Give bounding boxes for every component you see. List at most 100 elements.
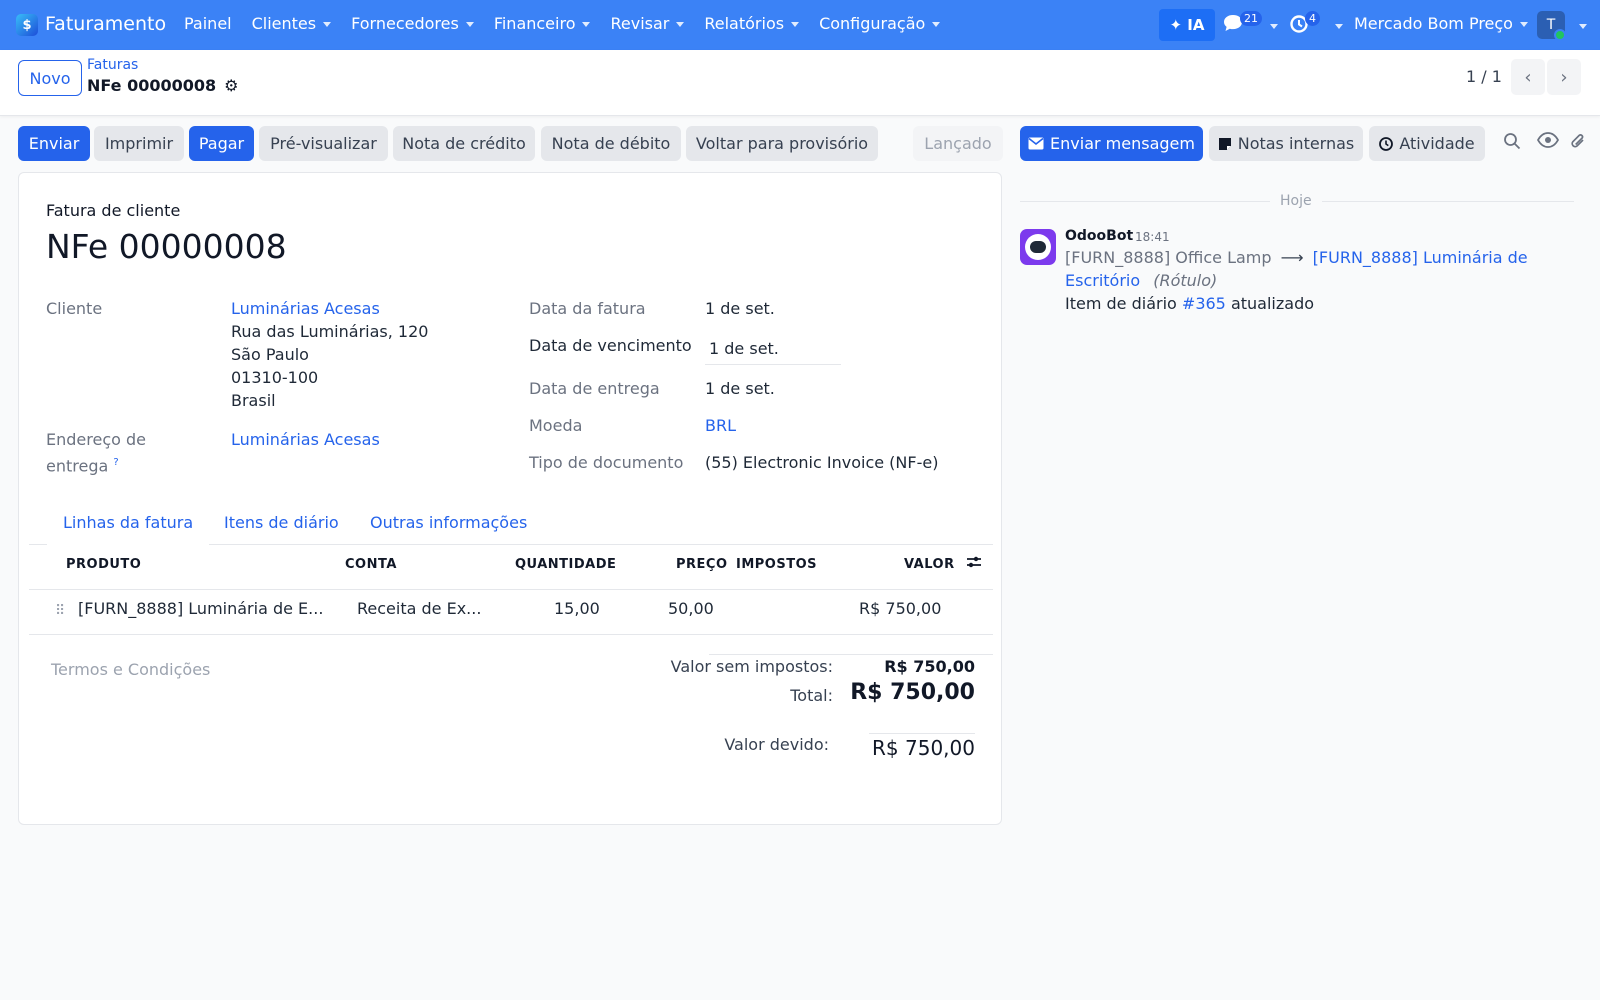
- due-date-field[interactable]: 1 de set.: [709, 337, 779, 360]
- record-title-row: NFe 00000008 ⚙: [87, 76, 239, 95]
- untaxed-amount: R$ 750,00: [884, 657, 975, 676]
- menu-relatorios[interactable]: Relatórios: [694, 14, 809, 33]
- reset-to-draft-button[interactable]: Voltar para provisório: [686, 126, 878, 161]
- delivery-address-label: Endereço de: [46, 430, 146, 449]
- tab-journal-items[interactable]: Itens de diário: [224, 513, 339, 532]
- journal-update-line: Item de diário #365 atualizado: [1065, 292, 1314, 315]
- address-line: Brasil: [231, 391, 276, 410]
- menu-label: Fornecedores: [351, 14, 459, 33]
- row-price[interactable]: 50,00: [668, 599, 714, 618]
- invoice-form-sheet: Fatura de cliente NFe 00000008 Cliente L…: [18, 172, 1002, 825]
- address-line: 01310-100: [231, 368, 319, 387]
- caret-down-icon: [676, 22, 685, 27]
- main-menu: Painel Clientes Fornecedores Financeiro …: [174, 14, 950, 33]
- menu-label: Configuração: [819, 14, 926, 33]
- currency-link[interactable]: BRL: [705, 414, 736, 437]
- currency-label: Moeda: [529, 416, 583, 435]
- top-navbar: $ Faturamento Painel Clientes Fornecedor…: [0, 0, 1600, 50]
- send-button[interactable]: Enviar: [18, 126, 90, 161]
- chevron-right-icon[interactable]: ›: [1547, 59, 1581, 95]
- document-type-label: Tipo de documento: [529, 453, 684, 472]
- new-button[interactable]: Novo: [18, 60, 82, 96]
- tabs-bottom-border: [209, 544, 993, 545]
- clock-icon: [1379, 136, 1394, 151]
- menu-configuracao[interactable]: Configuração: [809, 14, 950, 33]
- record-title: NFe 00000008: [87, 76, 217, 95]
- journal-suffix: atualizado: [1230, 294, 1315, 313]
- help-icon[interactable]: ?: [113, 457, 118, 468]
- activity-button[interactable]: Atividade: [1369, 126, 1485, 161]
- tab-other-info[interactable]: Outras informações: [370, 513, 527, 532]
- invoice-date-field[interactable]: 1 de set.: [705, 297, 775, 320]
- gear-icon[interactable]: ⚙: [224, 76, 238, 95]
- caret-down-icon[interactable]: [1335, 24, 1343, 29]
- caret-down-icon[interactable]: [1270, 24, 1278, 29]
- tab-invoice-lines[interactable]: Linhas da fatura: [63, 513, 193, 532]
- delivery-date-label: Data de entrega: [529, 379, 660, 398]
- activity-label: Atividade: [1399, 134, 1475, 153]
- address-line: São Paulo: [231, 345, 309, 364]
- optional-columns-icon[interactable]: [966, 554, 982, 573]
- row-account[interactable]: Receita de Ex...: [357, 599, 481, 618]
- terms-conditions-input[interactable]: Termos e Condições: [51, 660, 210, 679]
- drag-handle-icon[interactable]: ⠿: [55, 603, 65, 619]
- document-type-field[interactable]: (55) Electronic Invoice (NF-e): [705, 451, 938, 474]
- credit-note-button[interactable]: Nota de crédito: [393, 126, 535, 161]
- menu-label: Painel: [184, 14, 232, 33]
- print-button[interactable]: Imprimir: [94, 126, 184, 161]
- journal-prefix: Item de diário: [1065, 294, 1177, 313]
- col-header-account[interactable]: CONTA: [345, 557, 397, 572]
- new-value: [FURN_8888] Luminária de: [1312, 248, 1528, 267]
- bot-face-icon: [1025, 234, 1051, 260]
- eye-icon[interactable]: [1536, 132, 1560, 153]
- pager-value[interactable]: 1 / 1: [1466, 67, 1502, 86]
- row-product[interactable]: [FURN_8888] Luminária de E...: [78, 599, 323, 618]
- caret-down-icon: [791, 22, 800, 27]
- menu-label: Financeiro: [493, 14, 576, 33]
- col-header-price[interactable]: PREÇO: [676, 557, 728, 572]
- internal-notes-button[interactable]: Notas internas: [1209, 126, 1363, 161]
- pay-button[interactable]: Pagar: [189, 126, 254, 161]
- untaxed-label: Valor sem impostos:: [670, 657, 833, 676]
- company-switcher[interactable]: Mercado Bom Preço: [1354, 14, 1528, 33]
- search-icon[interactable]: [1503, 132, 1521, 155]
- row-quantity[interactable]: 15,00: [554, 599, 600, 618]
- menu-revisar[interactable]: Revisar: [600, 14, 694, 33]
- col-header-quantity[interactable]: QUANTIDADE: [515, 557, 616, 572]
- menu-clientes[interactable]: Clientes: [242, 14, 342, 33]
- invoice-date-label: Data da fatura: [529, 299, 646, 318]
- menu-financeiro[interactable]: Financeiro: [484, 14, 601, 33]
- odoobot-avatar[interactable]: [1020, 229, 1056, 265]
- amount-due-value: R$ 750,00: [872, 736, 975, 760]
- online-status-dot: [1554, 29, 1566, 41]
- delivery-address-link[interactable]: Luminárias Acesas: [231, 428, 380, 451]
- billing-app-icon[interactable]: $: [16, 14, 38, 36]
- customer-label: Cliente: [46, 299, 103, 318]
- paperclip-icon[interactable]: [1570, 132, 1586, 155]
- ai-button[interactable]: ✦ IA: [1159, 9, 1215, 41]
- envelope-icon: [1028, 137, 1044, 150]
- delivery-date-field[interactable]: 1 de set.: [705, 377, 775, 400]
- menu-painel[interactable]: Painel: [174, 14, 242, 33]
- menu-fornecedores[interactable]: Fornecedores: [341, 14, 484, 33]
- date-separator-label: Hoje: [1280, 193, 1312, 209]
- customer-link[interactable]: Luminárias Acesas: [231, 297, 380, 320]
- document-type-subtitle: Fatura de cliente: [46, 201, 181, 220]
- message-author[interactable]: OdooBot: [1065, 228, 1133, 244]
- table-row-border: [29, 634, 993, 635]
- send-message-button[interactable]: Enviar mensagem: [1020, 126, 1203, 161]
- chevron-left-icon[interactable]: ‹: [1511, 59, 1545, 95]
- col-header-amount[interactable]: VALOR: [904, 557, 955, 572]
- app-name[interactable]: Faturamento: [45, 13, 166, 35]
- preview-button[interactable]: Pré-visualizar: [259, 126, 388, 161]
- breadcrumb[interactable]: Faturas: [87, 57, 138, 73]
- col-header-taxes[interactable]: IMPOSTOS: [736, 557, 817, 572]
- total-amount: R$ 750,00: [850, 680, 975, 705]
- caret-down-icon[interactable]: [1579, 24, 1587, 29]
- debit-note-button[interactable]: Nota de débito: [541, 126, 681, 161]
- tracked-field-name: (Rótulo): [1153, 271, 1218, 290]
- journal-entry-link[interactable]: #365: [1182, 294, 1226, 313]
- amount-due-border: [869, 733, 975, 734]
- col-header-product[interactable]: PRODUTO: [66, 557, 141, 572]
- old-value: [FURN_8888] Office Lamp: [1065, 248, 1272, 267]
